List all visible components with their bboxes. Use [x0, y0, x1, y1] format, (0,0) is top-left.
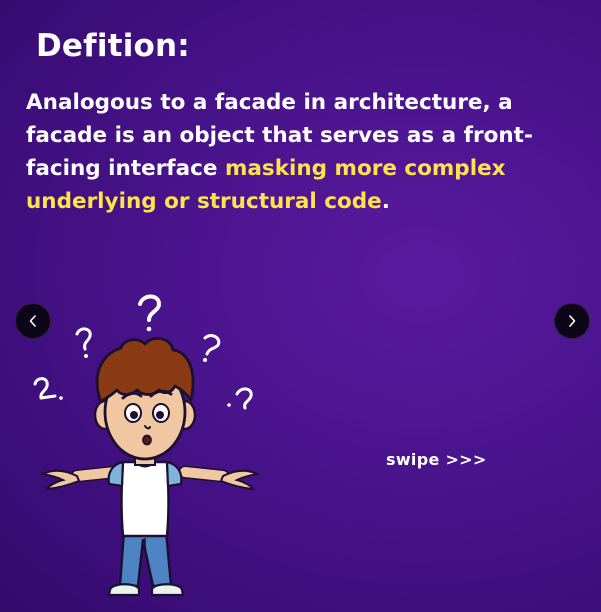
swipe-hint: swipe >>>	[386, 450, 487, 469]
confused-boy-illustration	[33, 294, 261, 597]
shoes	[107, 583, 185, 597]
slide-title: Defition:	[36, 28, 190, 64]
question-mark-left	[75, 327, 92, 358]
head	[93, 336, 197, 466]
left-arm	[39, 465, 122, 491]
right-arm	[178, 465, 261, 491]
definition-text: Analogous to a facade in architecture, a…	[26, 86, 598, 218]
question-mark-far-left	[33, 377, 63, 400]
definition-end: .	[381, 189, 390, 214]
next-slide-button[interactable]	[554, 303, 590, 339]
chevron-right-icon	[569, 315, 576, 327]
question-mark-right	[203, 334, 221, 362]
legs	[118, 528, 173, 588]
torso	[107, 460, 183, 538]
question-mark-top	[138, 294, 161, 332]
question-mark-far-right	[227, 387, 253, 410]
